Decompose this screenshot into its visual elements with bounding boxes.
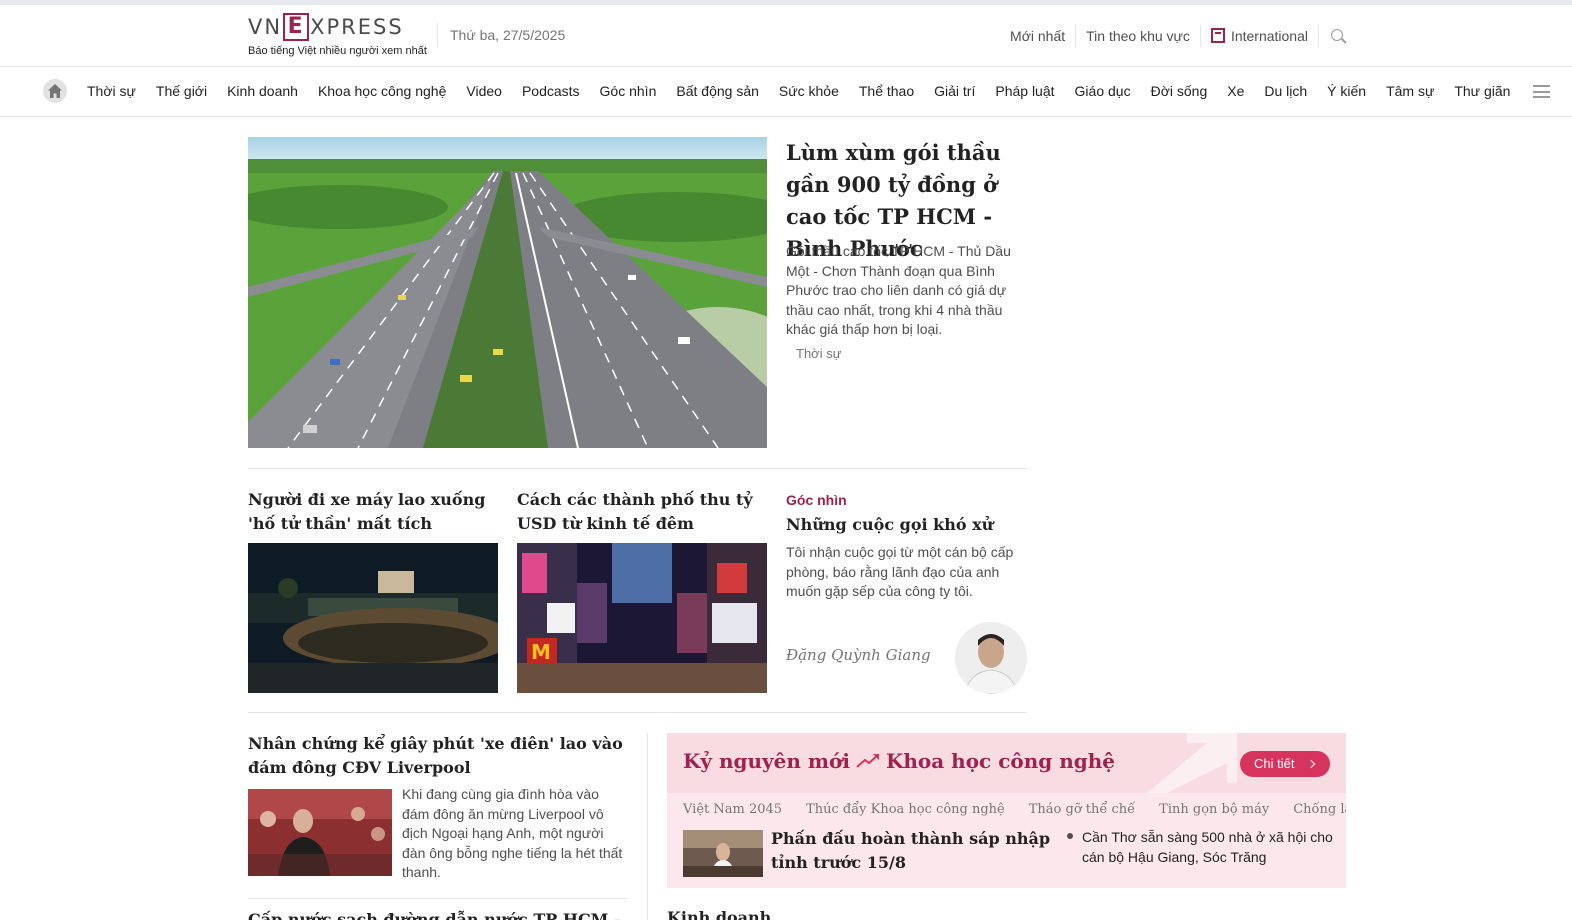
promo-box-new-era: Kỷ nguyên mới Khoa học công nghệ Chi tiế… bbox=[667, 733, 1346, 888]
author-avatar[interactable] bbox=[955, 622, 1027, 694]
hamburger-menu-icon[interactable] bbox=[1533, 85, 1550, 98]
hero-image[interactable] bbox=[248, 137, 767, 448]
link-regional-news[interactable]: Tin theo khu vực bbox=[1076, 28, 1200, 44]
nav-item-thoi-su[interactable]: Thời sự bbox=[77, 83, 146, 99]
times-square-image: M bbox=[517, 543, 767, 693]
hero-category-link[interactable]: Thời sự bbox=[796, 346, 841, 361]
promo-tag-anti-waste[interactable]: Chống lãng phí bbox=[1293, 802, 1346, 817]
sinkhole-image bbox=[248, 543, 498, 693]
nav-item-xe[interactable]: Xe bbox=[1217, 83, 1254, 99]
promo-title-left: Kỷ nguyên mới bbox=[683, 749, 850, 773]
opinion-author[interactable]: Đặng Quỳnh Giang bbox=[786, 646, 931, 664]
nav-item-video[interactable]: Video bbox=[456, 83, 512, 99]
nav-item-the-gioi[interactable]: Thế giới bbox=[146, 83, 217, 99]
link-latest[interactable]: Mới nhất bbox=[1000, 28, 1075, 44]
chevron-right-icon bbox=[1306, 759, 1316, 769]
link-international[interactable]: International bbox=[1201, 28, 1318, 44]
nav-item-giao-duc[interactable]: Giáo dục bbox=[1065, 83, 1141, 99]
promo-tag-science-tech[interactable]: Thúc đẩy Khoa học công nghệ bbox=[806, 802, 1005, 817]
story-image-night-economy[interactable]: M bbox=[517, 543, 767, 693]
promo-tag-vietnam-2045[interactable]: Việt Nam 2045 bbox=[683, 802, 782, 817]
author-portrait bbox=[955, 622, 1027, 694]
nav-item-du-lich[interactable]: Du lịch bbox=[1254, 83, 1317, 99]
story-title-liverpool[interactable]: Nhân chứng kể giây phút 'xe điên' lao và… bbox=[248, 732, 628, 780]
link-international-label: International bbox=[1230, 28, 1308, 44]
promo-tags: Việt Nam 2045 Thúc đẩy Khoa học công ngh… bbox=[683, 802, 1346, 817]
story-image-liverpool[interactable] bbox=[248, 789, 392, 876]
liverpool-crowd-image bbox=[248, 789, 392, 876]
story-title-partial[interactable]: Cấp nước sạch đường dẫn nước TP HCM - L bbox=[248, 908, 628, 920]
top-links: Mới nhất Tin theo khu vực International bbox=[1000, 25, 1347, 47]
search-icon[interactable] bbox=[1329, 27, 1347, 45]
promo-details-button[interactable]: Chi tiết bbox=[1240, 751, 1330, 777]
opinion-title[interactable]: Những cuộc gọi khó xử bbox=[786, 513, 1026, 537]
international-icon bbox=[1210, 28, 1225, 43]
meeting-image bbox=[683, 830, 763, 877]
nav-item-the-thao[interactable]: Thể thao bbox=[849, 83, 924, 99]
site-logo[interactable]: VN E XPRESS Báo tiếng Việt nhiều người x… bbox=[248, 11, 428, 63]
logo-text-left: VN bbox=[248, 15, 283, 39]
nav-item-doi-song[interactable]: Đời sống bbox=[1141, 83, 1218, 99]
bullet-icon bbox=[1067, 833, 1073, 839]
nav-item-giai-tri[interactable]: Giải trí bbox=[924, 83, 985, 99]
nav-items: Thời sự Thế giới Kinh doanh Khoa học côn… bbox=[77, 83, 1520, 99]
trend-up-icon bbox=[856, 754, 879, 768]
divider bbox=[248, 468, 1027, 469]
site-header: VN E XPRESS Báo tiếng Việt nhiều người x… bbox=[0, 5, 1572, 67]
divider bbox=[248, 712, 1027, 713]
nav-item-suc-khoe[interactable]: Sức khỏe bbox=[769, 83, 849, 99]
nav-item-y-kien[interactable]: Ý kiến bbox=[1317, 83, 1376, 99]
logo-text-right: XPRESS bbox=[310, 15, 404, 39]
promo-details-label: Chi tiết bbox=[1254, 756, 1295, 771]
story-title-sinkhole[interactable]: Người đi xe máy lao xuống 'hố tử thần' m… bbox=[248, 488, 498, 536]
opinion-description: Tôi nhận cuộc gọi từ một cán bộ cấp phòn… bbox=[786, 544, 1014, 599]
nav-item-kinh-doanh[interactable]: Kinh doanh bbox=[217, 83, 308, 99]
nav-item-goc-nhin[interactable]: Góc nhìn bbox=[590, 83, 667, 99]
divider bbox=[248, 898, 627, 899]
column-divider bbox=[647, 733, 648, 920]
promo-tag-institutions[interactable]: Tháo gỡ thể chế bbox=[1029, 802, 1135, 817]
promo-side-story[interactable]: Cần Thơ sẵn sàng 500 nhà ở xã hội cho cá… bbox=[1082, 827, 1342, 867]
nav-item-bat-dong-san[interactable]: Bất động sản bbox=[666, 83, 769, 99]
promo-title-right: Khoa học công nghệ bbox=[885, 749, 1115, 773]
nav-item-thu-gian[interactable]: Thư giãn bbox=[1444, 83, 1520, 99]
logo-e-mark: E bbox=[283, 13, 310, 41]
current-date: Thứ ba, 27/5/2025 bbox=[450, 27, 566, 43]
nav-item-tam-su[interactable]: Tâm sự bbox=[1376, 83, 1444, 99]
main-nav: Thời sự Thế giới Kinh doanh Khoa học côn… bbox=[0, 67, 1572, 117]
promo-tag-streamline[interactable]: Tinh gọn bộ máy bbox=[1159, 802, 1269, 817]
home-button[interactable] bbox=[43, 79, 67, 103]
story-image-sinkhole[interactable] bbox=[248, 543, 498, 693]
nav-item-phap-luat[interactable]: Pháp luật bbox=[985, 83, 1064, 99]
nav-item-podcasts[interactable]: Podcasts bbox=[512, 83, 590, 99]
promo-story-image[interactable] bbox=[683, 830, 763, 877]
promo-title[interactable]: Kỷ nguyên mới Khoa học công nghệ bbox=[683, 749, 1115, 773]
hero-description: Gói thầu cao tốc TP HCM - Thủ Dầu Một - … bbox=[786, 243, 1011, 337]
story-title-night-economy[interactable]: Cách các thành phố thu tỷ USD từ kinh tế… bbox=[517, 488, 767, 536]
nav-item-khoa-hoc-cong-nghe[interactable]: Khoa học công nghệ bbox=[308, 83, 456, 99]
highway-image bbox=[248, 137, 767, 448]
promo-main-story[interactable]: Phấn đấu hoàn thành sáp nhập tỉnh trước … bbox=[771, 827, 1051, 875]
svg-text:M: M bbox=[531, 640, 551, 664]
opinion-section-label[interactable]: Góc nhìn bbox=[786, 492, 847, 508]
promo-decor-arrow-icon bbox=[1147, 733, 1237, 793]
logo-wordmark: VN E XPRESS bbox=[248, 13, 404, 41]
divider bbox=[1318, 25, 1319, 47]
story-description-liverpool: Khi đang cùng gia đình hòa vào đám đông … bbox=[402, 786, 623, 880]
home-icon bbox=[48, 84, 62, 98]
divider bbox=[437, 23, 438, 47]
section-title-partial[interactable]: Kinh doanh bbox=[667, 908, 771, 920]
logo-tagline: Báo tiếng Việt nhiều người xem nhất bbox=[248, 45, 427, 57]
